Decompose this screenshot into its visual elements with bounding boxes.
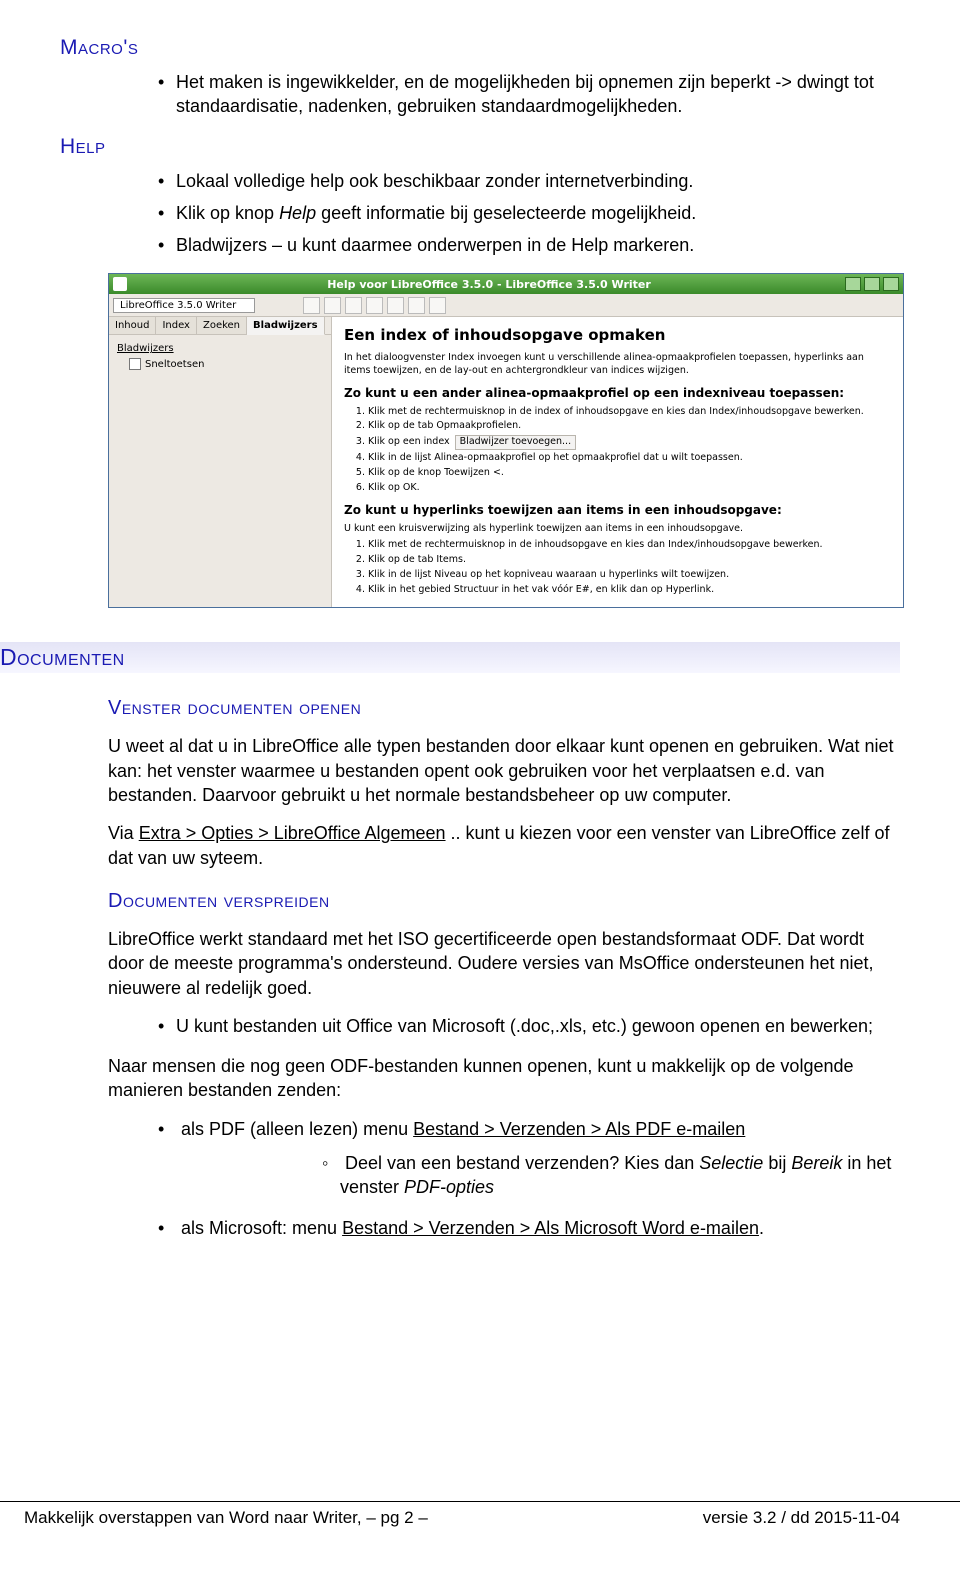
search-icon[interactable] [429,297,446,314]
tree-item[interactable]: Sneltoetsen [117,357,323,373]
forward-icon[interactable] [345,297,362,314]
tooltip-box: Bladwijzer toevoegen... [455,435,576,450]
help-content: Een index of inhoudsopgave opmaken In he… [332,317,903,607]
paragraph: LibreOffice werkt standaard met het ISO … [60,927,900,1000]
heading-verspreiden: Documenten verspreiden [60,890,900,913]
menu-path: Bestand > Verzenden > Als Microsoft Word… [342,1218,759,1238]
list-item: Klik op OK. [368,482,891,495]
list-item: Klik in het gebied Structuur in het vak … [368,584,891,597]
list-item: als PDF (alleen lezen) menu Bestand > Ve… [60,1117,900,1200]
help-steps-b: Klik met de rechtermuisknop in de inhoud… [344,539,891,596]
window-title: Help voor LibreOffice 3.5.0 - LibreOffic… [133,278,845,291]
list-item: Klik met de rechtermuisknop in de index … [368,406,891,419]
list-item: Klik in de lijst Alinea-opmaakprofiel op… [368,452,891,465]
maximize-icon[interactable] [864,277,880,291]
tree-header: Bladwijzers [117,341,323,357]
tab-bladwijzers[interactable]: Bladwijzers [247,317,325,335]
tab-zoeken[interactable]: Zoeken [197,317,247,334]
list-item: Klik op knop Help geeft informatie bij g… [60,201,900,225]
bullet-list: als PDF (alleen lezen) menu Bestand > Ve… [60,1117,900,1240]
list-item: Het maken is ingewikkelder, en de mogeli… [60,70,900,119]
help-subhead-a: Zo kunt u een ander alinea-opmaakprofiel… [344,385,891,401]
help-toolbar: LibreOffice 3.5.0 Writer [109,294,903,317]
help-steps-a: Klik met de rechtermuisknop in de index … [344,406,891,495]
print-icon[interactable] [387,297,404,314]
window-titlebar: Help voor LibreOffice 3.5.0 - LibreOffic… [109,274,903,294]
list-item: Klik op de knop Toewijzen <. [368,467,891,480]
list-item: Bladwijzers – u kunt daarmee onderwerpen… [60,233,900,257]
module-selector[interactable]: LibreOffice 3.5.0 Writer [113,298,255,313]
nav-toggle-icon[interactable] [303,297,320,314]
sub-list: Deel van een bestand verzenden? Kies dan… [176,1151,900,1200]
footer-left: Makkelijk overstappen van Word naar Writ… [24,1508,428,1528]
list-item: als Microsoft: menu Bestand > Verzenden … [60,1216,900,1240]
help-page-title: Een index of inhoudsopgave opmaken [344,325,891,345]
paragraph: U weet al dat u in LibreOffice alle type… [60,734,900,807]
tab-index[interactable]: Index [156,317,197,334]
back-icon[interactable] [324,297,341,314]
app-icon [113,277,127,291]
list-item: Deel van een bestand verzenden? Kies dan… [176,1151,900,1200]
sidebar-tabs: Inhoud Index Zoeken Bladwijzers [109,317,331,335]
help-sidebar: Inhoud Index Zoeken Bladwijzers Bladwijz… [109,317,332,607]
italic-text: Help [279,203,316,223]
close-icon[interactable] [883,277,899,291]
help-list: Lokaal volledige help ook beschikbaar zo… [60,169,900,258]
macros-list: Het maken is ingewikkelder, en de mogeli… [60,70,900,119]
heading-documenten: Documenten [0,642,900,673]
bookmark-icon[interactable] [408,297,425,314]
list-item: Klik met de rechtermuisknop in de inhoud… [368,539,891,552]
help-intro: In het dialoogvenster Index invoegen kun… [344,352,891,378]
bookmarks-tree: Bladwijzers Sneltoetsen [109,335,331,607]
footer-right: versie 3.2 / dd 2015-11-04 [703,1508,900,1528]
help-window-screenshot: Help voor LibreOffice 3.5.0 - LibreOffic… [108,273,904,608]
list-item: U kunt bestanden uit Office van Microsof… [60,1014,900,1038]
home-icon[interactable] [366,297,383,314]
minimize-icon[interactable] [845,277,861,291]
list-item: Lokaal volledige help ook beschikbaar zo… [60,169,900,193]
help-subhead-b: Zo kunt u hyperlinks toewijzen aan items… [344,502,891,518]
paragraph: Naar mensen die nog geen ODF-bestanden k… [60,1054,900,1103]
list-item: Klik op de tab Items. [368,554,891,567]
help-intro-b: U kunt een kruisverwijzing als hyperlink… [344,523,891,536]
doc-icon [129,358,141,370]
page-footer: Makkelijk overstappen van Word naar Writ… [0,1501,960,1528]
paragraph: Via Extra > Opties > LibreOffice Algemee… [60,821,900,870]
tab-inhoud[interactable]: Inhoud [109,317,156,334]
list-item: Klik op een index Bladwijzer toevoegen..… [368,435,891,450]
menu-path: Bestand > Verzenden > Als PDF e-mailen [413,1119,745,1139]
heading-macros: Macro's [60,36,900,60]
menu-path: Extra > Opties > LibreOffice Algemeen [139,823,446,843]
heading-venster-openen: Venster documenten openen [60,697,900,720]
list-item: Klik op de tab Opmaakprofielen. [368,420,891,433]
heading-help: Help [60,135,900,159]
list-item: Klik in de lijst Niveau op het kopniveau… [368,569,891,582]
bullet-list: U kunt bestanden uit Office van Microsof… [60,1014,900,1038]
